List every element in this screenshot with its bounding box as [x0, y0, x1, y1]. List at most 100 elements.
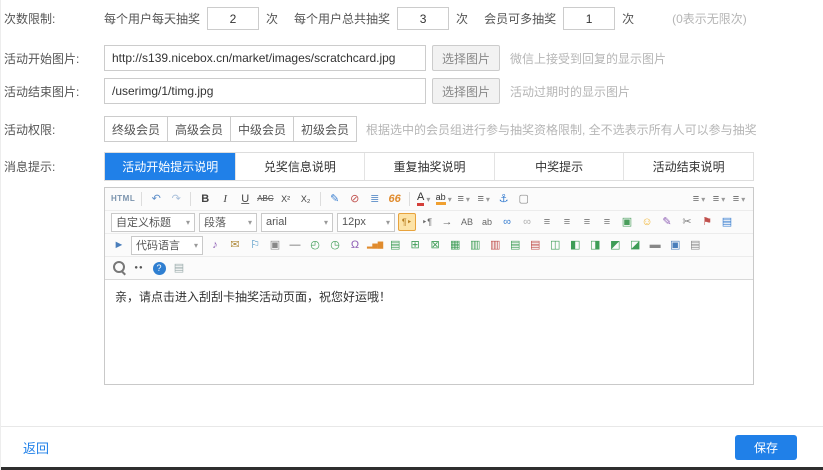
redo-icon[interactable]: ↷	[167, 190, 185, 208]
date-icon[interactable]: ◴	[306, 236, 324, 254]
emotion-icon[interactable]: ☺	[638, 213, 656, 231]
bold-icon[interactable]: B	[196, 190, 214, 208]
select-all-icon[interactable]: ▢	[515, 190, 533, 208]
source-code-button[interactable]: HTML	[110, 190, 136, 208]
limit-count-input[interactable]	[397, 7, 449, 30]
uppercase-icon[interactable]: AB	[458, 213, 476, 231]
insert-col-icon[interactable]: ▤	[506, 236, 524, 254]
iframe-icon[interactable]: ▣	[266, 236, 284, 254]
merge-down-icon[interactable]: ◨	[586, 236, 604, 254]
map-marker-icon[interactable]: ⚐	[246, 236, 264, 254]
screenshot-icon[interactable]: ✂	[678, 213, 696, 231]
horizontal-rule-icon[interactable]: ―	[286, 236, 304, 254]
insert-row-icon[interactable]: ▥	[466, 236, 484, 254]
custom-title-dropdown[interactable]: 自定义标题▾	[111, 213, 195, 232]
split-cols-icon[interactable]: ◪	[626, 236, 644, 254]
editor-label-spacer	[4, 187, 104, 385]
strikethrough-icon[interactable]: ABC	[256, 190, 274, 208]
page-break-icon[interactable]: ▬	[646, 236, 664, 254]
drafts-icon[interactable]: ▤	[170, 259, 188, 277]
tab-activity-end[interactable]: 活动结束说明	[623, 153, 753, 180]
align-right-icon[interactable]: ≡	[578, 213, 596, 231]
subscript-icon[interactable]: X₂	[297, 190, 315, 208]
merge-cells-icon[interactable]: ◫	[546, 236, 564, 254]
remove-format-icon[interactable]: ⊘	[346, 190, 364, 208]
word-image-icon[interactable]: ▣	[666, 236, 684, 254]
ordered-list-icon[interactable]: ≡▾	[455, 190, 473, 208]
indent-icon[interactable]: →	[438, 213, 456, 231]
back-link[interactable]: 返回	[23, 438, 49, 457]
auto-typeset-icon[interactable]: ≣	[366, 190, 384, 208]
paragraph-spacing-before-dropdown[interactable]: ≡▾	[690, 190, 708, 208]
ltr-icon[interactable]: ¶‣	[398, 213, 416, 231]
spreadsheet-icon[interactable]: ▤	[386, 236, 404, 254]
anchor-icon[interactable]: ⚓	[495, 190, 513, 208]
superscript-icon[interactable]: X²	[277, 190, 295, 208]
undo-icon[interactable]: ↶	[147, 190, 165, 208]
lowercase-icon[interactable]: ab	[478, 213, 496, 231]
rtl-icon[interactable]: ‣¶	[418, 213, 436, 231]
time-icon[interactable]: ◷	[326, 236, 344, 254]
split-rows-icon[interactable]: ◩	[606, 236, 624, 254]
end-image-input[interactable]	[104, 78, 426, 104]
delete-row-icon[interactable]: ▥	[486, 236, 504, 254]
tab-activity-start-tip[interactable]: 活动开始提示说明	[105, 153, 235, 180]
insert-image-icon[interactable]: ▣	[618, 213, 636, 231]
delete-col-icon[interactable]: ▤	[526, 236, 544, 254]
permission-senior[interactable]: 高级会员	[167, 116, 231, 142]
print-preview-icon[interactable]: ▤	[686, 236, 704, 254]
activity-settings-page: 次数限制: 每个用户每天抽奖 次 每个用户总共抽奖 次	[0, 0, 823, 470]
link-icon[interactable]: ∞	[498, 213, 516, 231]
permission-junior[interactable]: 初级会员	[293, 116, 357, 142]
scrawl-icon[interactable]: ✎	[658, 213, 676, 231]
insert-table-icon[interactable]: ⊞	[406, 236, 424, 254]
paragraph-format-dropdown[interactable]: 段落▾	[199, 213, 257, 232]
editor-toolbar-row-3: ►代码语言▾♪✉⚐▣―◴◷Ω▂▅▇▤⊞⊠▦▥▥▤▤◫◧◨◩◪▬▣▤	[105, 234, 753, 257]
delete-table-icon[interactable]: ⊠	[426, 236, 444, 254]
paragraph-spacing-after-dropdown[interactable]: ≡▾	[710, 190, 728, 208]
align-left-icon[interactable]: ≡	[538, 213, 556, 231]
tab-win-tip[interactable]: 中奖提示	[494, 153, 624, 180]
tab-redeem-info[interactable]: 兑奖信息说明	[235, 153, 365, 180]
start-image-input[interactable]	[104, 45, 426, 71]
toolbar-separator	[320, 192, 321, 206]
permission-intermediate[interactable]: 中级会员	[230, 116, 294, 142]
save-button[interactable]: 保存	[735, 435, 797, 460]
tab-repeat-draw[interactable]: 重复抽奖说明	[364, 153, 494, 180]
merge-right-icon[interactable]: ◧	[566, 236, 584, 254]
limit-field-suffix: 次	[622, 10, 634, 27]
limit-count-input[interactable]	[207, 7, 259, 30]
format-painter-icon[interactable]: ✎	[326, 190, 344, 208]
attachment-icon[interactable]: ✉	[226, 236, 244, 254]
limits-hint: (0表示无限次)	[672, 10, 747, 27]
editor-content[interactable]: 亲，请点击进入刮刮卡抽奖活动页面，祝您好运哦！	[105, 280, 753, 384]
find-icon[interactable]: ●●	[130, 259, 148, 277]
font-size-dropdown[interactable]: 12px▾	[337, 213, 395, 232]
map-icon[interactable]: ⚑	[698, 213, 716, 231]
search-replace-icon[interactable]	[110, 259, 128, 277]
align-justify-icon[interactable]: ≡	[598, 213, 616, 231]
unlink-icon[interactable]: ∞	[518, 213, 536, 231]
align-center-icon[interactable]: ≡	[558, 213, 576, 231]
unordered-list-icon[interactable]: ≡▾	[475, 190, 493, 208]
code-language-dropdown[interactable]: 代码语言▾	[131, 236, 203, 255]
chart-icon[interactable]: ▂▅▇	[366, 236, 384, 254]
special-char-icon[interactable]: Ω	[346, 236, 364, 254]
insert-video-icon[interactable]: ►	[110, 236, 128, 254]
permission-ultimate[interactable]: 终级会员	[104, 116, 168, 142]
insert-audio-icon[interactable]: ♪	[206, 236, 224, 254]
print-icon[interactable]: ▤	[718, 213, 736, 231]
limit-count-input[interactable]	[563, 7, 615, 30]
line-spacing-dropdown[interactable]: ≡▾	[730, 190, 748, 208]
underline-icon[interactable]: U	[236, 190, 254, 208]
end-image-pick-button[interactable]: 选择图片	[432, 78, 500, 104]
font-color-icon[interactable]: A▾	[415, 190, 433, 208]
blockquote-icon[interactable]: 66	[386, 190, 404, 208]
help-icon[interactable]: ?	[150, 259, 168, 277]
start-image-pick-button[interactable]: 选择图片	[432, 45, 500, 71]
font-family-dropdown[interactable]: arial▾	[261, 213, 333, 232]
table-title-icon[interactable]: ▦	[446, 236, 464, 254]
italic-icon[interactable]: I	[216, 190, 234, 208]
editor-toolbar-row-4: ●●?▤	[105, 257, 753, 280]
highlight-color-icon[interactable]: ab▾	[435, 190, 453, 208]
